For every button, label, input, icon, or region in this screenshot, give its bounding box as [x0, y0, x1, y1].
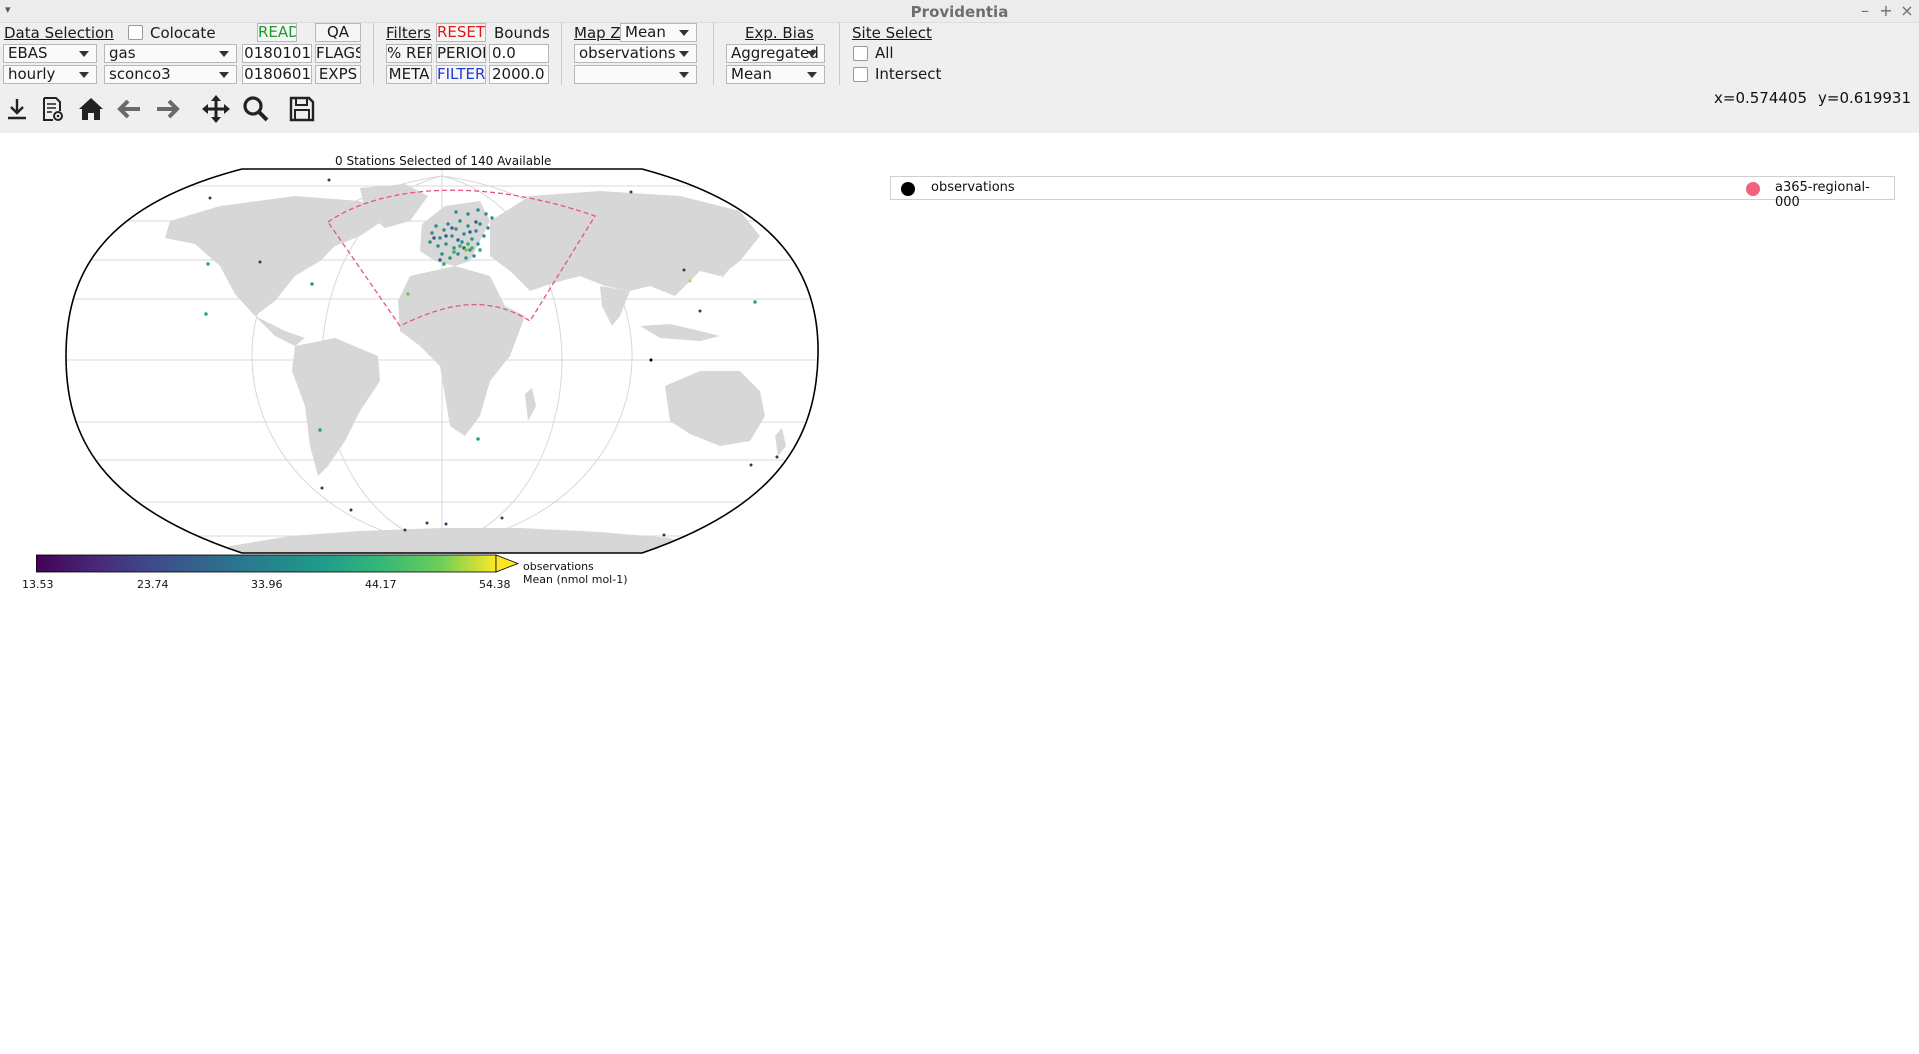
- map-z-dataset2-select[interactable]: [574, 65, 697, 84]
- species-value: sconco3: [109, 65, 171, 83]
- colorbar-tick: 44.17: [365, 578, 397, 591]
- percent-rep-button[interactable]: % REP: [386, 44, 432, 63]
- chevron-down-icon: [219, 51, 229, 57]
- resolution-value: hourly: [8, 65, 56, 83]
- colorbar-tick: 54.38: [479, 578, 511, 591]
- colorbar-tick: 33.96: [251, 578, 283, 591]
- species-select[interactable]: sconco3: [104, 65, 237, 84]
- minimize-icon[interactable]: –: [1855, 1, 1875, 20]
- land-masses: [165, 184, 786, 553]
- chevron-down-icon: [219, 72, 229, 78]
- station-map[interactable]: [60, 166, 830, 554]
- chevron-down-icon: [679, 30, 689, 36]
- map-z-dataset1-value: observations: [579, 44, 676, 62]
- home-icon[interactable]: [76, 94, 106, 124]
- network-value: EBAS: [8, 44, 48, 62]
- chevron-down-icon: [679, 72, 689, 78]
- bounds-label: Bounds: [494, 24, 550, 42]
- upper-bound-field[interactable]: 2000.0: [489, 65, 549, 84]
- exp-bias-statistic-value: Mean: [731, 65, 772, 83]
- close-icon[interactable]: ×: [1897, 1, 1917, 20]
- reset-button[interactable]: RESET: [436, 23, 486, 42]
- x-coordinate-readout: x=0.574405: [1714, 89, 1808, 107]
- legend-label-observations[interactable]: observations: [931, 180, 1015, 195]
- colorbar-label-units: Mean (nmol mol-1): [523, 573, 628, 586]
- colocate-checkbox[interactable]: [128, 25, 143, 40]
- network-select[interactable]: EBAS: [3, 44, 97, 63]
- legend-marker-experiment: [1746, 182, 1760, 196]
- colorbar-tick: 23.74: [137, 578, 169, 591]
- download-icon[interactable]: [2, 94, 32, 124]
- back-arrow-icon[interactable]: [114, 94, 144, 124]
- matrix-select[interactable]: gas: [104, 44, 237, 63]
- map-z-header: Map Z: [574, 24, 621, 42]
- resolution-select[interactable]: hourly: [3, 65, 97, 84]
- meta-button[interactable]: META: [386, 65, 432, 84]
- chevron-down-icon: [79, 51, 89, 57]
- data-selection-header: Data Selection: [4, 24, 114, 42]
- maximize-icon[interactable]: +: [1876, 1, 1896, 20]
- all-checkbox[interactable]: [853, 46, 868, 61]
- exp-bias-statistic-select[interactable]: Mean: [726, 65, 825, 84]
- read-button[interactable]: READ: [257, 23, 297, 42]
- start-date-field[interactable]: 20180101: [242, 44, 312, 63]
- chevron-down-icon: [679, 51, 689, 57]
- forward-arrow-icon[interactable]: [153, 94, 183, 124]
- filters-header: Filters: [386, 24, 431, 42]
- y-coordinate-readout: y=0.619931: [1818, 89, 1912, 107]
- save-icon[interactable]: [287, 94, 317, 124]
- map-z-statistic-select[interactable]: Mean: [620, 23, 697, 42]
- colocate-label: Colocate: [150, 24, 216, 42]
- legend-label-experiment[interactable]: a365-regional-000: [1775, 180, 1894, 210]
- exp-bias-type-select[interactable]: Aggregated: [726, 44, 825, 63]
- chevron-down-icon: [807, 51, 817, 57]
- intersect-checkbox[interactable]: [853, 67, 868, 82]
- legend-marker-observations: [901, 182, 915, 196]
- map-z-statistic-value: Mean: [625, 23, 666, 41]
- section-divider: [561, 23, 562, 85]
- colorbar-tick: 13.53: [22, 578, 54, 591]
- control-panel: Data Selection Colocate READ QA EBAS gas…: [0, 23, 1919, 133]
- exps-button[interactable]: EXPS: [315, 65, 361, 84]
- section-divider: [713, 23, 714, 85]
- exp-bias-type-value: Aggregated: [731, 44, 819, 62]
- exp-bias-header: Exp. Bias: [745, 24, 814, 42]
- legend: observations a365-regional-000: [890, 176, 1895, 210]
- section-divider: [373, 23, 374, 85]
- settings-document-icon[interactable]: [37, 94, 67, 124]
- pan-icon[interactable]: [201, 94, 231, 124]
- flags-button[interactable]: FLAGS: [315, 44, 361, 63]
- zoom-icon[interactable]: [241, 94, 271, 124]
- end-date-field[interactable]: 20180601: [242, 65, 312, 84]
- map-z-dataset1-select[interactable]: observations: [574, 44, 697, 63]
- window-title: Providentia: [910, 3, 1009, 21]
- lower-bound-field[interactable]: 0.0: [489, 44, 549, 63]
- site-select-header: Site Select: [852, 24, 932, 42]
- matrix-value: gas: [109, 44, 136, 62]
- colorbar: [36, 554, 520, 573]
- qa-button[interactable]: QA: [315, 23, 361, 42]
- filter-button[interactable]: FILTER: [436, 65, 486, 84]
- all-label: All: [875, 44, 894, 62]
- colorbar-label-dataset: observations: [523, 560, 594, 573]
- chevron-down-icon: [79, 72, 89, 78]
- intersect-label: Intersect: [875, 65, 942, 83]
- section-divider: [839, 23, 840, 85]
- chevron-down-icon: [807, 72, 817, 78]
- period-button[interactable]: PERIOD: [436, 44, 486, 63]
- title-bar: ▾ Providentia – + ×: [0, 0, 1919, 23]
